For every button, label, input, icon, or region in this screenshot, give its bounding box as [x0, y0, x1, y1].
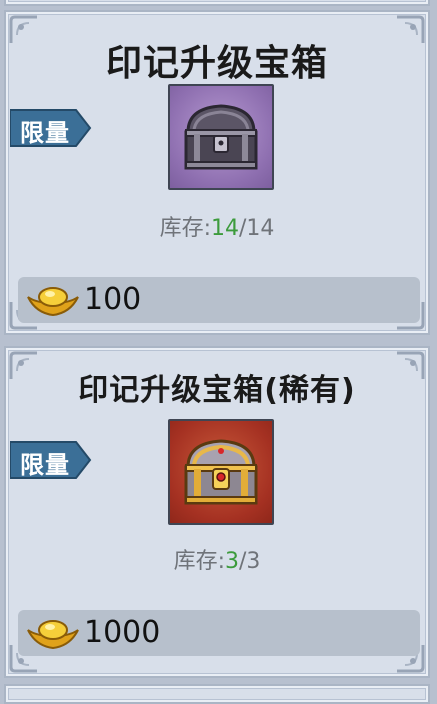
gold-ingot-icon [27, 620, 79, 650]
limited-tag-label: 限量 [20, 119, 70, 147]
item-title: 印记升级宝箱(稀有) [78, 373, 356, 408]
limited-tag: 限量 [10, 440, 92, 480]
stock-current: 3 [225, 549, 239, 574]
shop-item-card[interactable]: 印记升级宝箱 限量 库存:14/14 100 [4, 10, 430, 335]
price-value: 100 [84, 282, 142, 317]
item-icon-frame[interactable] [168, 84, 274, 190]
stock-current: 14 [211, 216, 239, 241]
stock-max: 3 [246, 549, 261, 574]
price-value: 1000 [84, 615, 161, 650]
buy-price-button[interactable]: 1000 [18, 610, 420, 656]
gold-ingot-icon [27, 287, 79, 317]
item-icon-frame[interactable] [168, 419, 274, 525]
shop-item-card[interactable]: 印记升级宝箱(稀有) 限量 库存:3/3 1000 [4, 346, 430, 678]
stock-label: 库存: [173, 549, 225, 574]
shop-item-card-partial-top [4, 0, 430, 6]
limited-tag-label: 限量 [20, 451, 70, 479]
stock-count: 库存:3/3 [6, 543, 428, 575]
golden-treasure-chest-icon [184, 439, 258, 505]
dark-treasure-chest-icon [184, 104, 258, 170]
stock-label: 库存: [159, 216, 211, 241]
shop-item-card-partial-bottom [4, 684, 430, 704]
item-title: 印记升级宝箱 [105, 43, 328, 84]
stock-count: 库存:14/14 [6, 210, 428, 242]
stock-max: 14 [246, 216, 275, 241]
limited-tag: 限量 [10, 108, 92, 148]
buy-price-button[interactable]: 100 [18, 277, 420, 323]
